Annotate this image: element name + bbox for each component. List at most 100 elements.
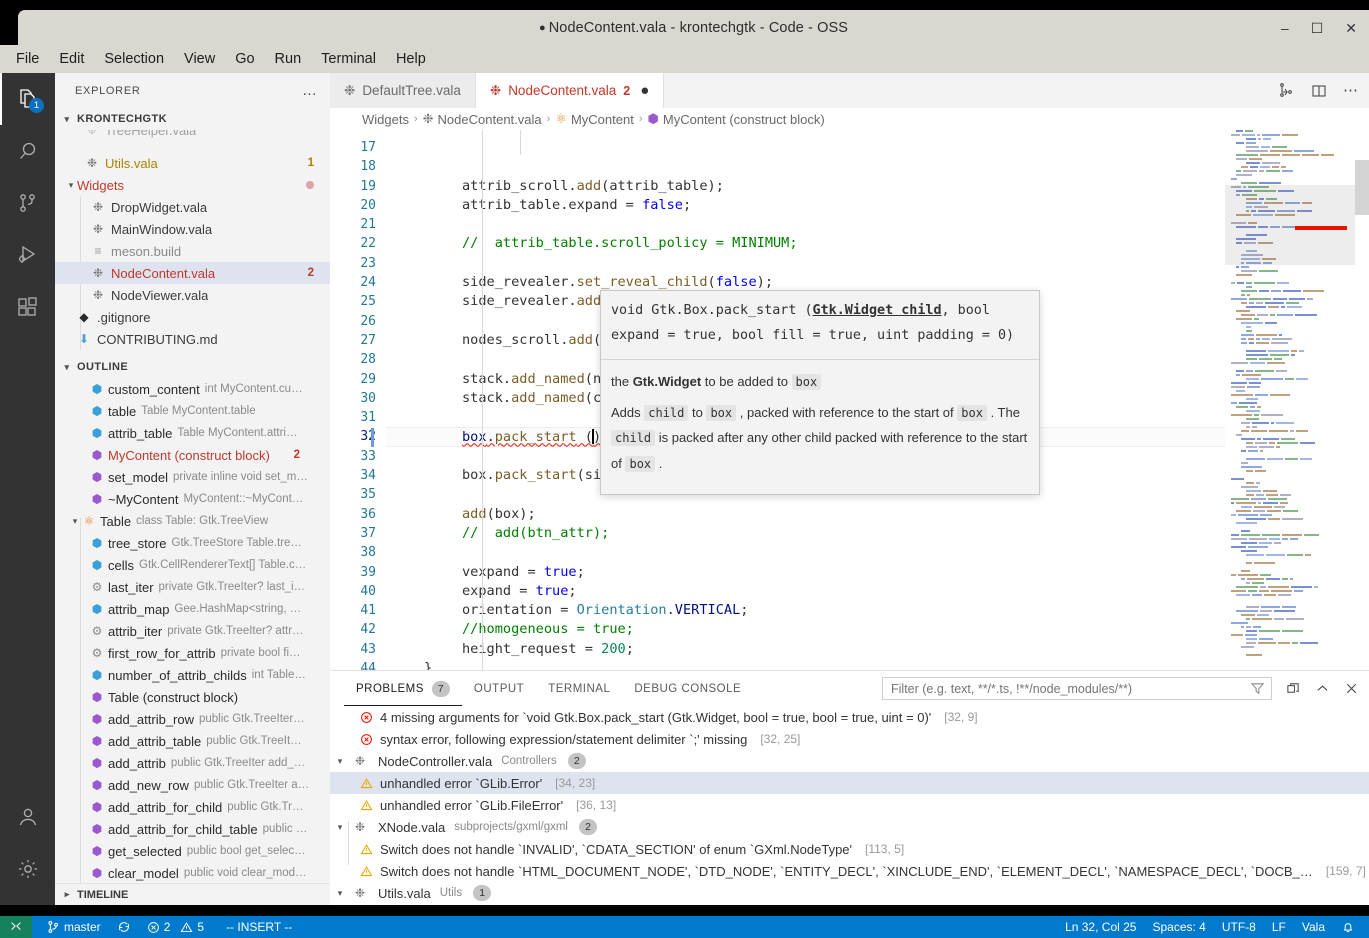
code-line[interactable]: attrib_scroll.add(attrib_table); bbox=[386, 177, 1296, 196]
status-remote-window-icon[interactable] bbox=[0, 916, 32, 938]
minimap[interactable] bbox=[1225, 130, 1355, 686]
minimize-button[interactable]: – bbox=[1281, 21, 1289, 35]
tab-nodecontent-vala[interactable]: ❉ NodeContent.vala 2 ● bbox=[475, 73, 665, 108]
code-line[interactable] bbox=[386, 254, 1296, 273]
outline-item[interactable]: ⬢ table Table MyContent.table bbox=[55, 400, 330, 422]
split-editor-icon[interactable] bbox=[1311, 83, 1327, 99]
activity-search-icon[interactable] bbox=[0, 125, 55, 177]
code-line[interactable]: // add(btn_attr); bbox=[386, 524, 1296, 543]
tree-row-nodeviewer-vala[interactable]: ❉ NodeViewer.vala bbox=[55, 284, 330, 306]
outline-item[interactable]: ⬢ number_of_attrib_childs int Table… bbox=[55, 664, 330, 686]
code-editor[interactable]: 17 18 19 20 21 22 23 24 25 26 27 28 29 30 31 32 33 34 35 36… bbox=[330, 130, 1369, 686]
breadcrumb-item-construct-block[interactable]: ⬢ MyContent (construct block) bbox=[648, 111, 825, 127]
tab-terminal[interactable]: TERMINAL bbox=[536, 671, 622, 706]
tab-defaulttree-vala[interactable]: ❉ DefaultTree.vala bbox=[330, 73, 476, 108]
activity-account-icon[interactable] bbox=[0, 791, 55, 843]
collapse-all-icon[interactable] bbox=[1286, 681, 1301, 696]
outline-item[interactable]: ⬢ Table (construct block) bbox=[55, 686, 330, 708]
tree-row-dropwidget-vala[interactable]: ❉ DropWidget.vala bbox=[55, 196, 330, 218]
outline-item[interactable]: ⬢ set_model private inline void set_m… bbox=[55, 466, 330, 488]
outline-item[interactable]: ⬢ tree_store Gtk.TreeStore Table.tre… bbox=[55, 532, 330, 554]
chevron-up-icon[interactable] bbox=[1315, 681, 1330, 696]
outline-item[interactable]: ⚙ last_iter private Gtk.TreeIter? last_i… bbox=[55, 576, 330, 598]
more-actions-icon[interactable]: ⋯ bbox=[1343, 83, 1359, 98]
status-cursor-position[interactable]: Ln 32, Col 25 bbox=[1057, 916, 1144, 938]
code-line[interactable] bbox=[386, 543, 1296, 562]
outline-item[interactable]: ⬢ add_attrib_for_child public Gtk.Tr… bbox=[55, 796, 330, 818]
tab-output[interactable]: OUTPUT bbox=[462, 671, 536, 706]
problems-item[interactable]: 4 missing arguments for `void Gtk.Box.pa… bbox=[330, 706, 1369, 728]
menu-file[interactable]: File bbox=[16, 51, 39, 67]
menu-run[interactable]: Run bbox=[275, 51, 302, 67]
split-editor-vertical-icon[interactable] bbox=[1279, 82, 1295, 99]
status-language-mode[interactable]: Vala bbox=[1294, 916, 1333, 938]
outline-section-header[interactable]: ▾ OUTLINE bbox=[55, 356, 330, 378]
menu-terminal[interactable]: Terminal bbox=[321, 51, 376, 67]
explorer-section-header[interactable]: ▾ KRONTECHGTK bbox=[55, 108, 330, 130]
activity-explorer-icon[interactable]: 1 bbox=[0, 73, 55, 125]
outline-item[interactable]: ⬢ clear_model public void clear_mod… bbox=[55, 862, 330, 884]
code-line[interactable]: //homogeneous = true; bbox=[386, 620, 1296, 639]
code-line[interactable] bbox=[386, 138, 1296, 157]
tab-problems[interactable]: PROBLEMS 7 bbox=[344, 671, 462, 706]
filter-icon[interactable] bbox=[1250, 681, 1265, 696]
activity-run-debug-icon[interactable] bbox=[0, 229, 55, 281]
problems-filter[interactable] bbox=[882, 677, 1272, 700]
code-line[interactable]: expand = true; bbox=[386, 582, 1296, 601]
outline-item[interactable]: ⬢ add_attrib_table public Gtk.TreeIt… bbox=[55, 730, 330, 752]
status-eol[interactable]: LF bbox=[1264, 916, 1294, 938]
code-line[interactable]: height_request = 200; bbox=[386, 640, 1296, 659]
outline-item[interactable]: ⬢ MyContent (construct block) 2 bbox=[55, 444, 330, 466]
code-line[interactable]: add(box); bbox=[386, 505, 1296, 524]
tree-row-utils-vala[interactable]: ❉ Utils.vala 1 bbox=[55, 152, 330, 174]
menu-go[interactable]: Go bbox=[235, 51, 254, 67]
problems-item[interactable]: unhandled error `GLib.FileError' [36, 13] bbox=[330, 794, 1369, 816]
menu-selection[interactable]: Selection bbox=[104, 51, 164, 67]
timeline-section-header[interactable]: ▸ TIMELINE bbox=[55, 883, 330, 905]
outline-item[interactable]: ⚙ first_row_for_attrib private bool fi… bbox=[55, 642, 330, 664]
problems-file-group[interactable]: ▾ ❉ NodeController.vala Controllers 2 bbox=[330, 750, 1369, 772]
problems-file-group[interactable]: ▾ ❉ Utils.vala Utils 1 bbox=[330, 882, 1369, 904]
tree-row-meson-build[interactable]: ≡ meson.build bbox=[55, 240, 330, 262]
tree-row[interactable]: ❉ TreeHelper.vala bbox=[55, 130, 196, 141]
status-sync-button[interactable] bbox=[109, 916, 139, 938]
outline-item[interactable]: ⬢ add_attrib public Gtk.TreeIter add_… bbox=[55, 752, 330, 774]
problems-item[interactable]: syntax error, following expression/state… bbox=[330, 728, 1369, 750]
problems-file-group[interactable]: ▾ ❉ XNode.vala subprojects/gxml/gxml 2 bbox=[330, 816, 1369, 838]
outline-item[interactable]: ⬢ attrib_map Gee.HashMap<string, … bbox=[55, 598, 330, 620]
outline-item[interactable]: ⚙ attrib_iter private Gtk.TreeIter? attr… bbox=[55, 620, 330, 642]
problems-item[interactable]: unhandled error `GLib.Error' [34, 23] bbox=[330, 772, 1369, 794]
menu-help[interactable]: Help bbox=[396, 51, 426, 67]
breadcrumb-item-class[interactable]: ⚛ MyContent bbox=[555, 111, 634, 127]
code-line[interactable]: // attrib_table.scroll_policy = MINIMUM; bbox=[386, 234, 1296, 253]
menu-view[interactable]: View bbox=[184, 51, 215, 67]
outline-item[interactable]: ⬢ add_attrib_row public Gtk.TreeIter… bbox=[55, 708, 330, 730]
tree-row-mainwindow-vala[interactable]: ❉ MainWindow.vala bbox=[55, 218, 330, 240]
tab-debug-console[interactable]: DEBUG CONSOLE bbox=[622, 671, 753, 706]
status-notifications-bell-icon[interactable] bbox=[1333, 916, 1369, 938]
breadcrumb-item-file[interactable]: ❉ NodeContent.vala bbox=[423, 111, 542, 127]
code-line[interactable]: orientation = Orientation.VERTICAL; bbox=[386, 601, 1296, 620]
breadcrumb-item-widgets[interactable]: Widgets bbox=[362, 112, 409, 127]
status-problems[interactable]: 2 5 bbox=[139, 916, 212, 938]
outline-item[interactable]: ⬢ cells Gtk.CellRendererText[] Table.c… bbox=[55, 554, 330, 576]
menu-edit[interactable]: Edit bbox=[59, 51, 84, 67]
close-icon[interactable] bbox=[1344, 681, 1359, 696]
outline-item[interactable]: ⬢ ~MyContent MyContent::~MyCont… bbox=[55, 488, 330, 510]
tree-row-widgets-folder[interactable]: ▾ Widgets bbox=[55, 174, 330, 196]
maximize-button[interactable]: ☐ bbox=[1311, 21, 1324, 35]
tab-dirty-dot-icon[interactable]: ● bbox=[640, 82, 649, 99]
outline-item[interactable]: ⬢ custom_content int MyContent.cu… bbox=[55, 378, 330, 400]
code-line[interactable]: vexpand = true; bbox=[386, 563, 1296, 582]
activity-extensions-icon[interactable] bbox=[0, 281, 55, 333]
code-line[interactable] bbox=[386, 157, 1296, 176]
outline-item[interactable]: ⬢ get_selected public bool get_selec… bbox=[55, 840, 330, 862]
sidebar-more-icon[interactable]: … bbox=[302, 82, 318, 99]
tree-row-gitignore[interactable]: ◆ .gitignore bbox=[55, 306, 330, 328]
close-button[interactable]: ✕ bbox=[1345, 21, 1357, 35]
outline-item[interactable]: ⬢ add_attrib_for_child_table public … bbox=[55, 818, 330, 840]
activity-source-control-icon[interactable] bbox=[0, 177, 55, 229]
activity-settings-gear-icon[interactable] bbox=[0, 843, 55, 895]
minimap-slider[interactable] bbox=[1225, 185, 1355, 265]
vertical-scrollbar[interactable] bbox=[1355, 160, 1369, 215]
